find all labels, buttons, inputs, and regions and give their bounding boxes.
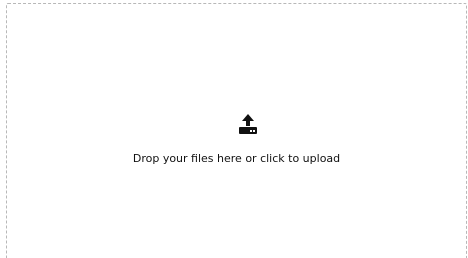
file-dropzone[interactable]: Drop your files here or click to upload — [6, 3, 467, 258]
upload-icon — [239, 114, 257, 134]
dropzone-message: Drop your files here or click to upload — [132, 152, 341, 165]
